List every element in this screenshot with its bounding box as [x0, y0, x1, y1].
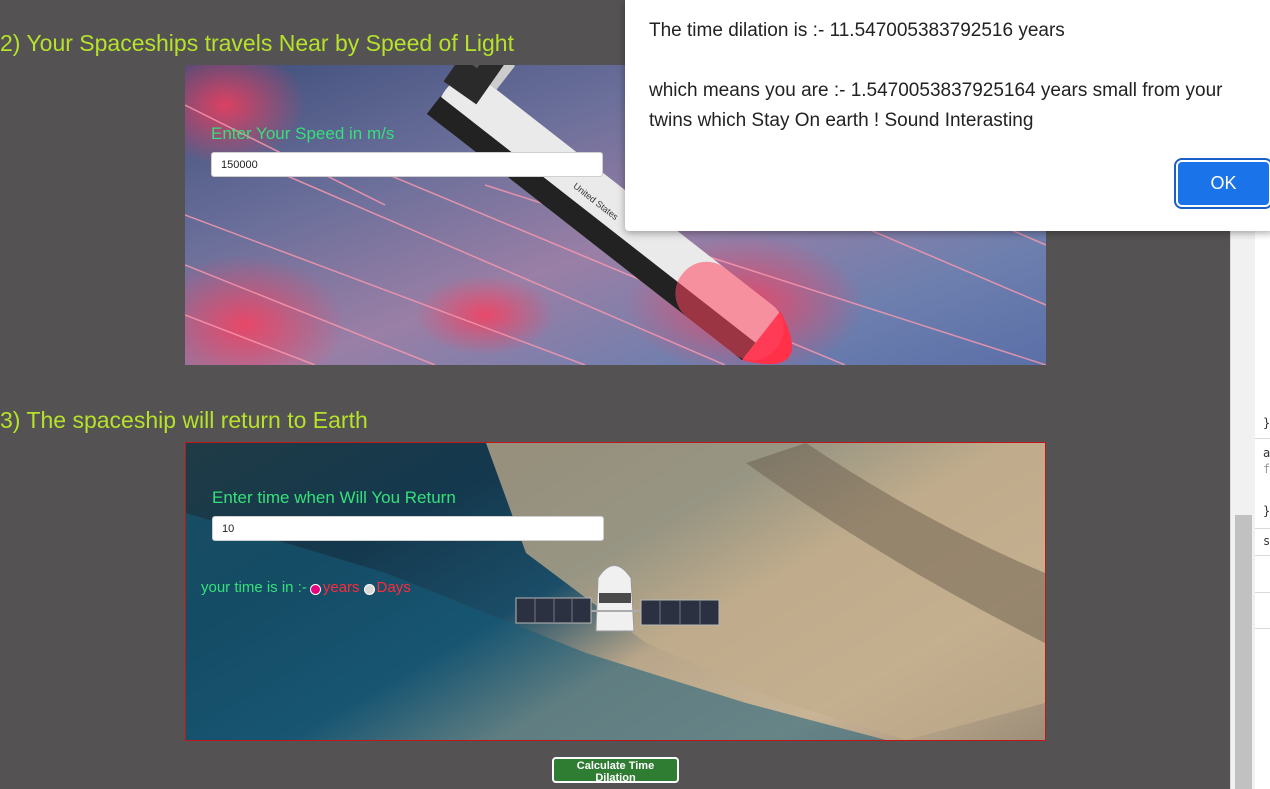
days-radio[interactable]	[363, 583, 375, 595]
speed-field-label: Enter Your Speed in m/s	[211, 124, 395, 143]
devtools-code-line: f	[1263, 462, 1270, 476]
ok-button[interactable]: OK	[1178, 162, 1269, 205]
speed-input[interactable]	[211, 152, 603, 177]
time-unit-prefix: your time is in :-	[201, 579, 307, 596]
scrollbar-thumb[interactable]	[1235, 515, 1252, 789]
years-option-label: years	[322, 579, 360, 596]
time-unit-selector: your time is in :- years Days	[201, 579, 411, 596]
section-title-return: 3) The spaceship will return to Earth	[0, 407, 368, 433]
alert-dialog: The time dilation is :- 11.5470053837925…	[625, 0, 1270, 231]
devtools-code-line: s	[1263, 534, 1270, 548]
alert-message-line2: which means you are :- 1.547005383792516…	[649, 80, 1223, 131]
devtools-code-line: }	[1263, 416, 1270, 430]
alert-message-line1: The time dilation is :- 11.5470053837925…	[649, 20, 1065, 41]
days-option-label: Days	[376, 579, 411, 596]
devtools-code-line: a	[1263, 446, 1270, 460]
section-title-speed: 2) Your Spaceships travels Near by Speed…	[0, 30, 514, 56]
devtools-code-line: }	[1263, 504, 1270, 518]
return-time-label: Enter time when Will You Return	[212, 488, 456, 507]
calculate-time-dilation-button[interactable]: Calculate Time Dilation	[552, 757, 679, 784]
return-time-input[interactable]	[212, 516, 604, 541]
return-panel: Enter time when Will You Return your tim…	[185, 442, 1046, 741]
years-radio[interactable]	[309, 583, 321, 595]
